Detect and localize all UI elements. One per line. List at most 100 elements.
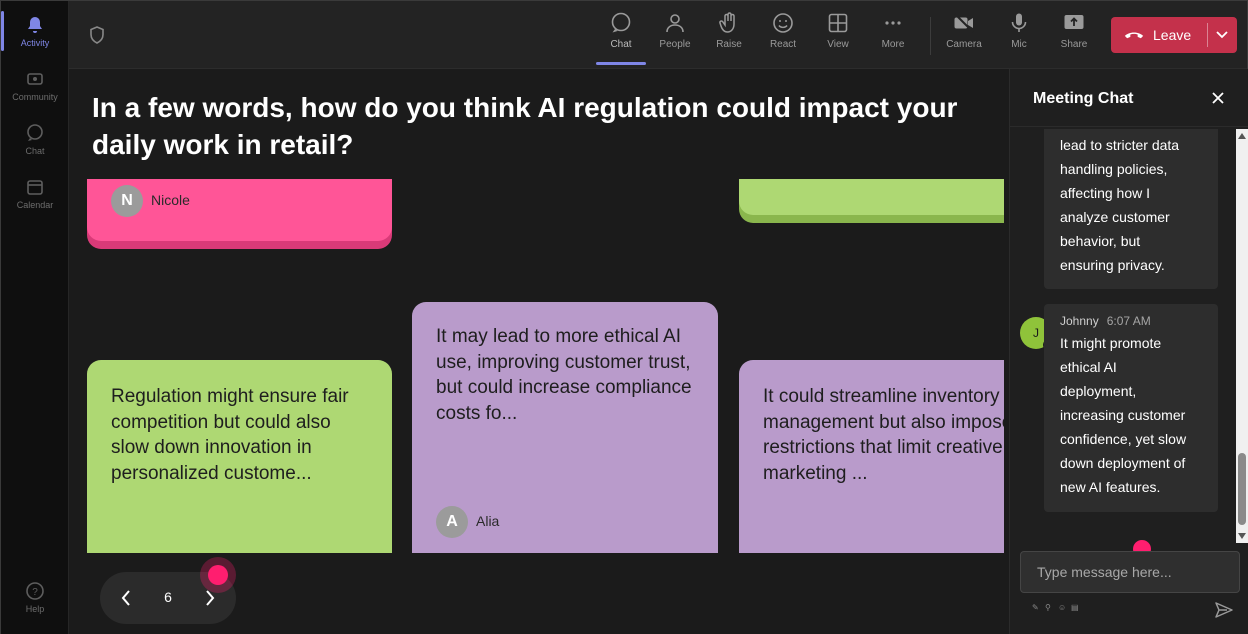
share-screen-icon — [1064, 15, 1084, 29]
toolbar-camera-label: Camera — [946, 39, 982, 50]
help-icon: ? — [26, 582, 44, 600]
chevron-down-icon[interactable] — [1213, 25, 1231, 43]
chat-message: Johnny 6:07 AM It might promote ethical A… — [1044, 304, 1218, 512]
toolbar-divider — [930, 17, 931, 55]
message-line: down deployment of — [1060, 455, 1186, 471]
compose-format-tools: ✎ ⚲ ☺ ▤ — [1032, 604, 1079, 612]
card-author-name: Nicole — [151, 192, 190, 209]
toolbar-more-label: More — [881, 39, 905, 50]
response-card-regulation[interactable]: Regulation might ensure fair competition… — [87, 360, 392, 553]
leave-button[interactable]: Leave — [1111, 17, 1237, 53]
toolbar-mic-label: Mic — [1011, 39, 1027, 50]
response-cards: N Nicole Regulation might ensure fair co… — [69, 179, 1004, 553]
chat-header: Meeting Chat — [1010, 69, 1248, 127]
people-icon — [666, 14, 684, 33]
response-card-nicole[interactable]: N Nicole — [87, 179, 392, 241]
poll-question: In a few words, how do you think AI regu… — [92, 92, 958, 160]
camera-off-icon — [954, 13, 974, 33]
chat-title: Meeting Chat — [1033, 90, 1134, 107]
rail-item-help[interactable]: ? Help — [5, 573, 65, 623]
toolbar-share-label: Share — [1060, 39, 1088, 50]
page-number: 6 — [164, 589, 172, 605]
chevron-right-icon[interactable] — [200, 588, 220, 608]
rail-item-activity[interactable]: Activity — [1, 7, 65, 57]
chat-message-list: lead to stricter data handling policies,… — [1010, 129, 1236, 543]
toolbar-view-label: View — [827, 39, 849, 50]
smiley-icon — [773, 13, 793, 33]
rail-label-help: Help — [25, 604, 45, 614]
hang-up-phone-icon — [1124, 32, 1144, 39]
chat-message: lead to stricter data handling policies,… — [1044, 129, 1218, 289]
scroll-thumb[interactable] — [1238, 453, 1246, 525]
gif-icon[interactable]: ▤ — [1071, 604, 1079, 612]
card-text: It may lead to more ethical AI use, impr… — [436, 326, 692, 424]
scroll-down-arrow-icon[interactable] — [1238, 533, 1246, 539]
toolbar-chat-button[interactable]: Chat — [596, 11, 646, 65]
toolbar-chat-label: Chat — [610, 39, 632, 50]
send-icon[interactable] — [1214, 600, 1234, 620]
chevron-left-icon[interactable] — [116, 588, 136, 608]
chat-message-input[interactable] — [1020, 551, 1240, 593]
card-author: N Nicole — [111, 185, 190, 217]
message-line: deployment, — [1060, 383, 1137, 399]
toolbar-raise-label: Raise — [716, 39, 742, 50]
toolbar-more-button[interactable]: More — [869, 11, 917, 61]
bell-icon — [28, 17, 42, 33]
toolbar-people-button[interactable]: People — [651, 11, 699, 61]
close-icon[interactable] — [1210, 90, 1226, 106]
calendar-icon — [27, 180, 43, 195]
rail-label-calendar: Calendar — [16, 200, 54, 210]
left-rail: Activity Community Chat Calendar ? Help — [1, 1, 69, 634]
raise-hand-icon — [719, 12, 735, 33]
rail-item-calendar[interactable]: Calendar — [5, 169, 65, 219]
response-card-top-right[interactable] — [739, 179, 1004, 215]
attach-icon[interactable]: ⚲ — [1045, 604, 1053, 612]
leave-divider — [1207, 23, 1208, 47]
response-card-inventory[interactable]: It could streamline inventory management… — [739, 360, 1004, 553]
toolbar-share-button[interactable]: Share — [1050, 11, 1098, 61]
message-line: increasing customer — [1060, 407, 1186, 423]
message-line: new AI features. — [1060, 479, 1161, 495]
svg-text:?: ? — [32, 587, 38, 598]
card-text: It could streamline inventory management… — [763, 386, 1004, 484]
toolbar-mic-button[interactable]: Mic — [995, 11, 1043, 61]
toolbar-react-label: React — [769, 39, 797, 50]
shield-icon[interactable] — [87, 25, 107, 45]
avatar-initial: J — [1033, 326, 1039, 340]
meeting-toolbar: Chat People Raise React View More Camera — [69, 1, 1247, 69]
pointer-indicator — [208, 565, 228, 585]
toolbar-people-label: People — [659, 39, 691, 50]
toolbar-camera-button[interactable]: Camera — [940, 11, 988, 61]
teams-meeting-window: Activity Community Chat Calendar ? Help … — [0, 0, 1248, 634]
chat-icon — [611, 12, 631, 33]
toolbar-react-button[interactable]: React — [759, 11, 807, 61]
rail-label-activity: Activity — [20, 38, 50, 48]
toolbar-view-button[interactable]: View — [814, 11, 862, 61]
toolbar-raise-button[interactable]: Raise — [705, 11, 753, 61]
more-dots-icon — [885, 21, 901, 25]
card-text: Regulation might ensure fair competition… — [111, 386, 349, 484]
rail-label-community: Community — [12, 92, 58, 102]
message-line: behavior, but — [1060, 233, 1141, 249]
shared-content-stage: In a few words, how do you think AI regu… — [69, 69, 1009, 634]
message-time: 6:07 AM — [1106, 314, 1151, 328]
message-line: confidence, yet slow — [1060, 431, 1187, 447]
format-icon[interactable]: ✎ — [1032, 604, 1040, 612]
chat-scrollbar[interactable] — [1236, 129, 1248, 543]
meeting-chat-panel: Meeting Chat lead to stricter data handl… — [1009, 69, 1248, 634]
grid-view-icon — [828, 13, 848, 33]
message-meta: Johnny 6:07 AM — [1060, 304, 1202, 329]
emoji-icon[interactable]: ☺ — [1058, 604, 1066, 612]
scroll-up-arrow-icon[interactable] — [1238, 133, 1246, 139]
card-author-name: Alia — [476, 513, 500, 530]
message-line: analyze customer — [1060, 209, 1170, 225]
rail-item-chat[interactable]: Chat — [5, 115, 65, 165]
avatar: A — [436, 506, 468, 538]
message-line: handling policies, — [1060, 161, 1168, 177]
message-line: affecting how I — [1060, 185, 1151, 201]
rail-item-community[interactable]: Community — [5, 61, 65, 111]
response-card-alia[interactable]: It may lead to more ethical AI use, impr… — [412, 302, 718, 553]
message-line: ethical AI — [1060, 359, 1117, 375]
rail-label-chat: Chat — [25, 146, 45, 156]
chat-bubble-icon — [27, 124, 43, 141]
